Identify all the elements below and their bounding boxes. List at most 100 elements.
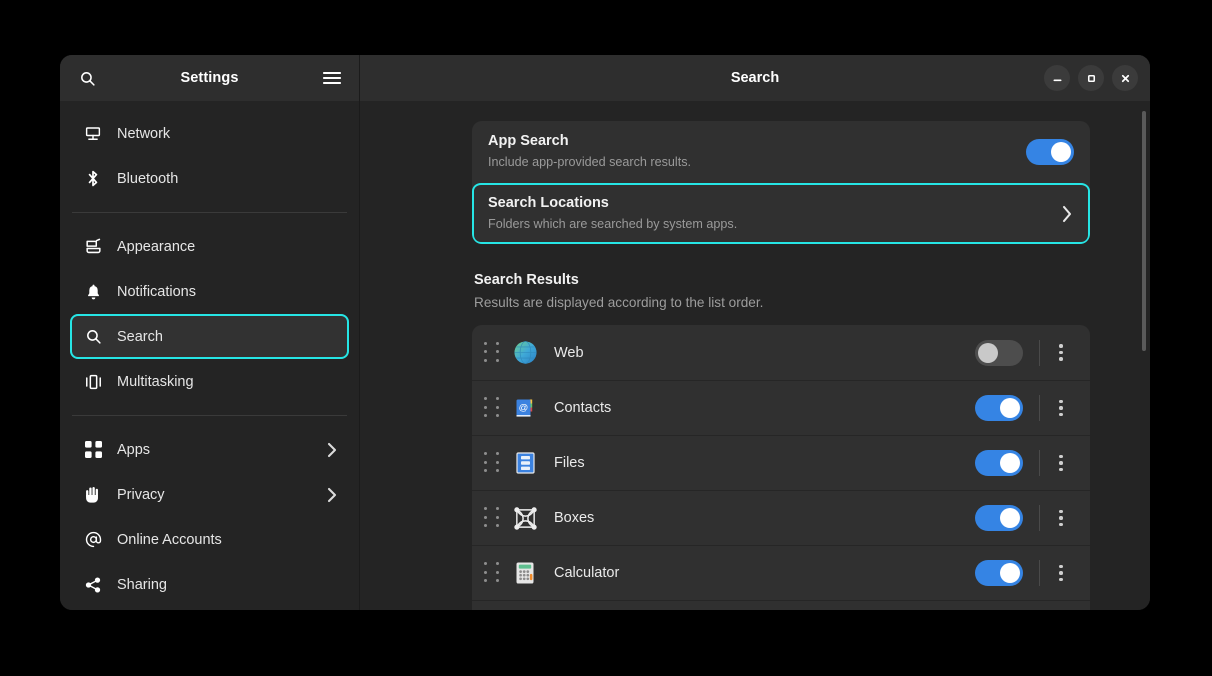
list-item[interactable]: Boxes [472, 490, 1090, 545]
sidebar: Settings Network Bluetooth Appearance No… [60, 55, 360, 610]
app-search-texts: App Search Include app-provided search r… [488, 132, 1026, 171]
desktop-background: Settings Network Bluetooth Appearance No… [0, 0, 1212, 676]
contacts-icon: @ [512, 395, 538, 421]
list-item-toggle[interactable] [975, 560, 1023, 586]
sidebar-item-sharing[interactable]: Sharing [70, 562, 349, 607]
calculator-icon [512, 560, 538, 586]
list-item-toggle[interactable] [975, 339, 1023, 366]
search-results-list: Web @ Contacts Files Boxes Calculator [472, 325, 1090, 610]
list-item-toggle[interactable] [975, 450, 1023, 476]
section-subtitle: Results are displayed according to the l… [474, 295, 764, 310]
sidebar-item-bluetooth[interactable]: Bluetooth [70, 156, 349, 201]
list-item[interactable]: Web [472, 325, 1090, 380]
toggle-knob [1000, 563, 1020, 583]
search-icon [82, 326, 104, 348]
sidebar-item-search[interactable]: Search [70, 314, 349, 359]
search-locations-row[interactable]: Search Locations Folders which are searc… [472, 182, 1090, 244]
app-search-title: App Search [488, 133, 569, 149]
search-locations-texts: Search Locations Folders which are searc… [488, 194, 1061, 233]
hamburger-menu-icon[interactable] [319, 65, 345, 91]
network-icon [82, 123, 104, 145]
app-search-toggle[interactable] [1026, 138, 1074, 165]
vertical-scrollbar[interactable] [1142, 111, 1146, 351]
list-item-menu-button[interactable] [1046, 503, 1076, 533]
list-item[interactable]: @ Contacts [472, 380, 1090, 435]
window-controls [1044, 65, 1138, 91]
sidebar-item-network[interactable]: Network [70, 111, 349, 156]
search-options-card: App Search Include app-provided search r… [472, 121, 1090, 244]
sidebar-item-label: Bluetooth [117, 170, 179, 187]
drag-handle-icon[interactable] [484, 341, 502, 364]
sidebar-item-label: Privacy [117, 486, 165, 503]
sidebar-item-apps[interactable]: Apps [70, 427, 349, 472]
sidebar-group-1: Network Bluetooth [60, 111, 359, 201]
sidebar-item-label: Search [117, 328, 163, 345]
page-title: Search [730, 70, 780, 86]
settings-scroll-area[interactable]: App Search Include app-provided search r… [360, 101, 1150, 610]
list-item-label: Calculator [554, 565, 620, 581]
divider [1039, 505, 1040, 531]
apps-grid-icon [82, 439, 104, 461]
toggle-knob [1000, 508, 1020, 528]
list-item-label: Files [554, 455, 585, 471]
divider [1039, 560, 1040, 586]
svg-text:@: @ [519, 402, 529, 413]
drag-handle-icon[interactable] [484, 452, 502, 474]
sidebar-title: Settings [180, 70, 239, 86]
search-icon[interactable] [74, 65, 100, 91]
sidebar-item-appearance[interactable]: Appearance [70, 224, 349, 269]
close-button[interactable] [1112, 65, 1138, 91]
sidebar-item-label: Apps [117, 441, 151, 458]
app-search-row[interactable]: App Search Include app-provided search r… [472, 121, 1090, 182]
chevron-right-icon [1061, 204, 1074, 224]
sidebar-item-privacy[interactable]: Privacy [70, 472, 349, 517]
toggle-knob [1000, 398, 1020, 418]
minimize-button[interactable] [1044, 65, 1070, 91]
appearance-icon [82, 236, 104, 258]
divider [1039, 395, 1040, 421]
drag-handle-icon[interactable] [484, 507, 502, 529]
maximize-button[interactable] [1078, 65, 1104, 91]
drag-handle-icon[interactable] [484, 397, 502, 419]
sidebar-group-3: Apps Privacy Online Accounts Sharing [60, 427, 359, 607]
sidebar-item-label: Multitasking [117, 373, 194, 390]
bluetooth-icon [82, 168, 104, 190]
sidebar-item-label: Notifications [117, 283, 196, 300]
sidebar-item-multitasking[interactable]: Multitasking [70, 359, 349, 404]
chevron-right-icon [327, 487, 337, 503]
section-title: Search Results [474, 272, 579, 288]
content-header: Search [360, 55, 1150, 101]
web-globe-icon [512, 340, 538, 366]
list-item-menu-button[interactable] [1046, 393, 1076, 423]
list-item-toggle[interactable] [975, 505, 1023, 531]
settings-window: Settings Network Bluetooth Appearance No… [60, 55, 1150, 610]
share-nodes-icon [82, 574, 104, 596]
list-item-menu-button[interactable] [1046, 338, 1076, 368]
sidebar-item-notifications[interactable]: Notifications [70, 269, 349, 314]
privacy-hand-icon [82, 484, 104, 506]
drag-handle-icon[interactable] [484, 562, 502, 584]
search-results-section-header: Search Results Results are displayed acc… [474, 272, 1090, 310]
sidebar-nav: Network Bluetooth Appearance Notificatio… [60, 101, 359, 610]
files-icon [512, 450, 538, 476]
search-locations-title: Search Locations [488, 195, 609, 211]
chevron-right-icon [327, 442, 337, 458]
list-item[interactable] [472, 600, 1090, 610]
list-item-menu-button[interactable] [1046, 448, 1076, 478]
at-sign-icon [82, 529, 104, 551]
sidebar-item-online-accounts[interactable]: Online Accounts [70, 517, 349, 562]
list-item-menu-button[interactable] [1046, 558, 1076, 588]
toggle-knob [1000, 453, 1020, 473]
sidebar-group-2: Appearance Notifications Search Multitas… [60, 224, 359, 404]
notifications-icon [82, 281, 104, 303]
divider [1039, 450, 1040, 476]
list-item-toggle[interactable] [975, 395, 1023, 421]
list-item[interactable]: Files [472, 435, 1090, 490]
app-search-subtitle: Include app-provided search results. [488, 155, 692, 169]
list-item[interactable]: Calculator [472, 545, 1090, 600]
sidebar-item-label: Network [117, 125, 171, 142]
search-locations-subtitle: Folders which are searched by system app… [488, 217, 738, 231]
divider [1039, 339, 1040, 366]
sidebar-item-label: Online Accounts [117, 531, 222, 548]
list-item-label: Boxes [554, 510, 595, 526]
